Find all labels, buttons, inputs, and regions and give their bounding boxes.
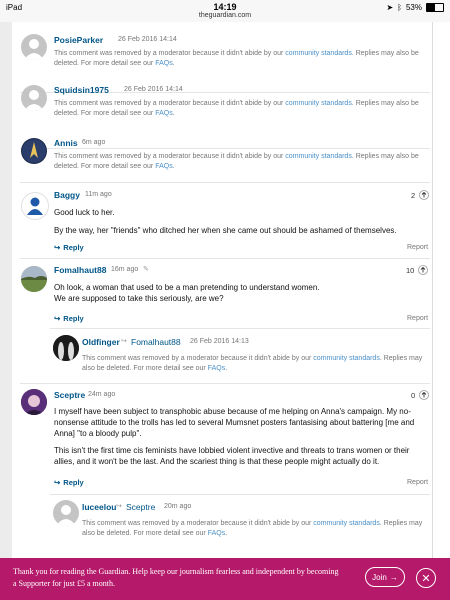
community-standards-link[interactable]: community standards	[285, 100, 352, 107]
avatar[interactable]	[21, 138, 47, 164]
community-standards-link[interactable]: community standards	[285, 50, 352, 57]
status-icons: ➤ ᛒ 53%	[386, 3, 444, 12]
clock: 14:19	[213, 2, 237, 12]
divider	[20, 258, 430, 259]
reply-button[interactable]: ↪ Reply	[54, 314, 84, 323]
comment-author[interactable]: Squidsin1975	[54, 85, 109, 95]
removed-notice: This comment was removed by a moderator …	[82, 355, 423, 372]
photo-avatar-icon	[53, 335, 79, 361]
faqs-link[interactable]: FAQs	[208, 530, 226, 537]
starfleet-avatar-icon	[22, 139, 46, 163]
comment-author[interactable]: Fomalhaut88	[54, 265, 106, 275]
avatar[interactable]	[53, 500, 79, 526]
removed-notice: This comment was removed by a moderator …	[54, 100, 419, 117]
avatar[interactable]	[21, 266, 47, 292]
battery-icon	[426, 3, 444, 12]
join-button[interactable]: Join →	[365, 567, 405, 587]
divider	[50, 494, 430, 495]
comment-body: Good luck to her. By the way, her "frien…	[54, 208, 397, 235]
comment-time[interactable]: 26 Feb 2016 14:14	[118, 36, 177, 43]
supporter-banner: Thank you for reading the Guardian. Help…	[0, 558, 450, 600]
reply-to-arrow-icon: ↪	[116, 503, 122, 510]
reply-arrow-icon: ↪	[54, 243, 61, 252]
reply-button[interactable]: ↪ Reply	[54, 243, 84, 252]
landscape-avatar-icon	[21, 266, 47, 292]
report-button[interactable]: Report	[407, 315, 428, 322]
report-button[interactable]: Report	[407, 244, 428, 251]
comment-author[interactable]: Sceptre	[54, 390, 85, 400]
comment-time[interactable]: 16m ago	[111, 266, 138, 273]
removed-notice: This comment was removed by a moderator …	[54, 153, 419, 170]
bluetooth-icon: ᛒ	[397, 3, 402, 12]
column-divider	[432, 22, 433, 558]
divider	[20, 182, 430, 183]
community-standards-link[interactable]: community standards	[285, 153, 352, 160]
comments-list[interactable]: PosieParker 26 Feb 2016 14:14 This comme…	[0, 22, 450, 558]
close-icon[interactable]: ✕	[416, 568, 436, 588]
arrow-right-icon: →	[389, 572, 398, 582]
comment-body: I myself have been subject to transphobi…	[54, 407, 415, 466]
comment-author[interactable]: PosieParker	[54, 35, 103, 45]
upvote-icon[interactable]	[419, 390, 430, 400]
comment-time[interactable]: 20m ago	[164, 503, 191, 510]
comment-time[interactable]: 24m ago	[88, 391, 115, 398]
reply-to-arrow-icon: ↪	[121, 338, 127, 345]
reply-to-user[interactable]: Fomalhaut88	[131, 337, 181, 347]
divider	[20, 383, 430, 384]
vote-count: 10	[406, 265, 429, 275]
divider	[20, 148, 430, 149]
reply-arrow-icon: ↪	[54, 314, 61, 323]
reply-button[interactable]: ↪ Reply	[54, 478, 84, 487]
thread-gutter	[0, 22, 12, 558]
faqs-link[interactable]: FAQs	[155, 163, 173, 170]
removed-notice: This comment was removed by a moderator …	[54, 50, 419, 67]
vote-count: 2	[411, 190, 430, 200]
community-standards-link[interactable]: community standards	[313, 520, 380, 527]
faqs-link[interactable]: FAQs	[208, 365, 226, 372]
faqs-link[interactable]: FAQs	[155, 60, 173, 67]
default-avatar-icon	[24, 90, 44, 111]
banner-message: Thank you for reading the Guardian. Help…	[13, 567, 339, 588]
report-button[interactable]: Report	[407, 479, 428, 486]
comment-author[interactable]: Annis	[54, 138, 78, 148]
comment-time[interactable]: 6m ago	[82, 139, 105, 146]
comment-author[interactable]: Oldfinger	[82, 337, 120, 347]
reply-arrow-icon: ↪	[54, 478, 61, 487]
comment-time[interactable]: 26 Feb 2016 14:14	[124, 86, 183, 93]
location-icon: ➤	[386, 3, 394, 12]
avatar[interactable]	[21, 389, 47, 415]
comment-body: Oh look, a woman that used to be a man p…	[54, 283, 320, 303]
status-bar: iPad 14:19 theguardian.com ➤ ᛒ 53%	[0, 0, 450, 22]
upvote-icon[interactable]	[419, 190, 430, 200]
default-avatar-icon	[56, 505, 76, 526]
comment-time[interactable]: 11m ago	[85, 191, 112, 198]
community-standards-link[interactable]: community standards	[313, 355, 380, 362]
comment-author[interactable]: Baggy	[54, 190, 80, 200]
comment-time[interactable]: 26 Feb 2016 14:13	[190, 338, 249, 345]
vote-count: 0	[411, 390, 430, 400]
avatar[interactable]	[21, 34, 47, 60]
faqs-link[interactable]: FAQs	[155, 110, 173, 117]
reply-to-user[interactable]: Sceptre	[126, 502, 155, 512]
avatar[interactable]	[21, 192, 49, 220]
avatar[interactable]	[53, 335, 79, 361]
default-avatar-icon	[27, 197, 43, 215]
default-avatar-icon	[24, 39, 44, 60]
url-bar[interactable]: theguardian.com	[0, 12, 450, 19]
avatar[interactable]	[21, 85, 47, 111]
upvote-icon[interactable]	[418, 265, 429, 275]
photo-avatar-icon	[21, 389, 47, 415]
battery-percent: 53%	[405, 3, 422, 12]
pencil-icon: ✎	[143, 266, 149, 273]
removed-notice: This comment was removed by a moderator …	[82, 520, 423, 537]
divider	[50, 328, 430, 329]
comment-author[interactable]: luceelou	[82, 502, 116, 512]
